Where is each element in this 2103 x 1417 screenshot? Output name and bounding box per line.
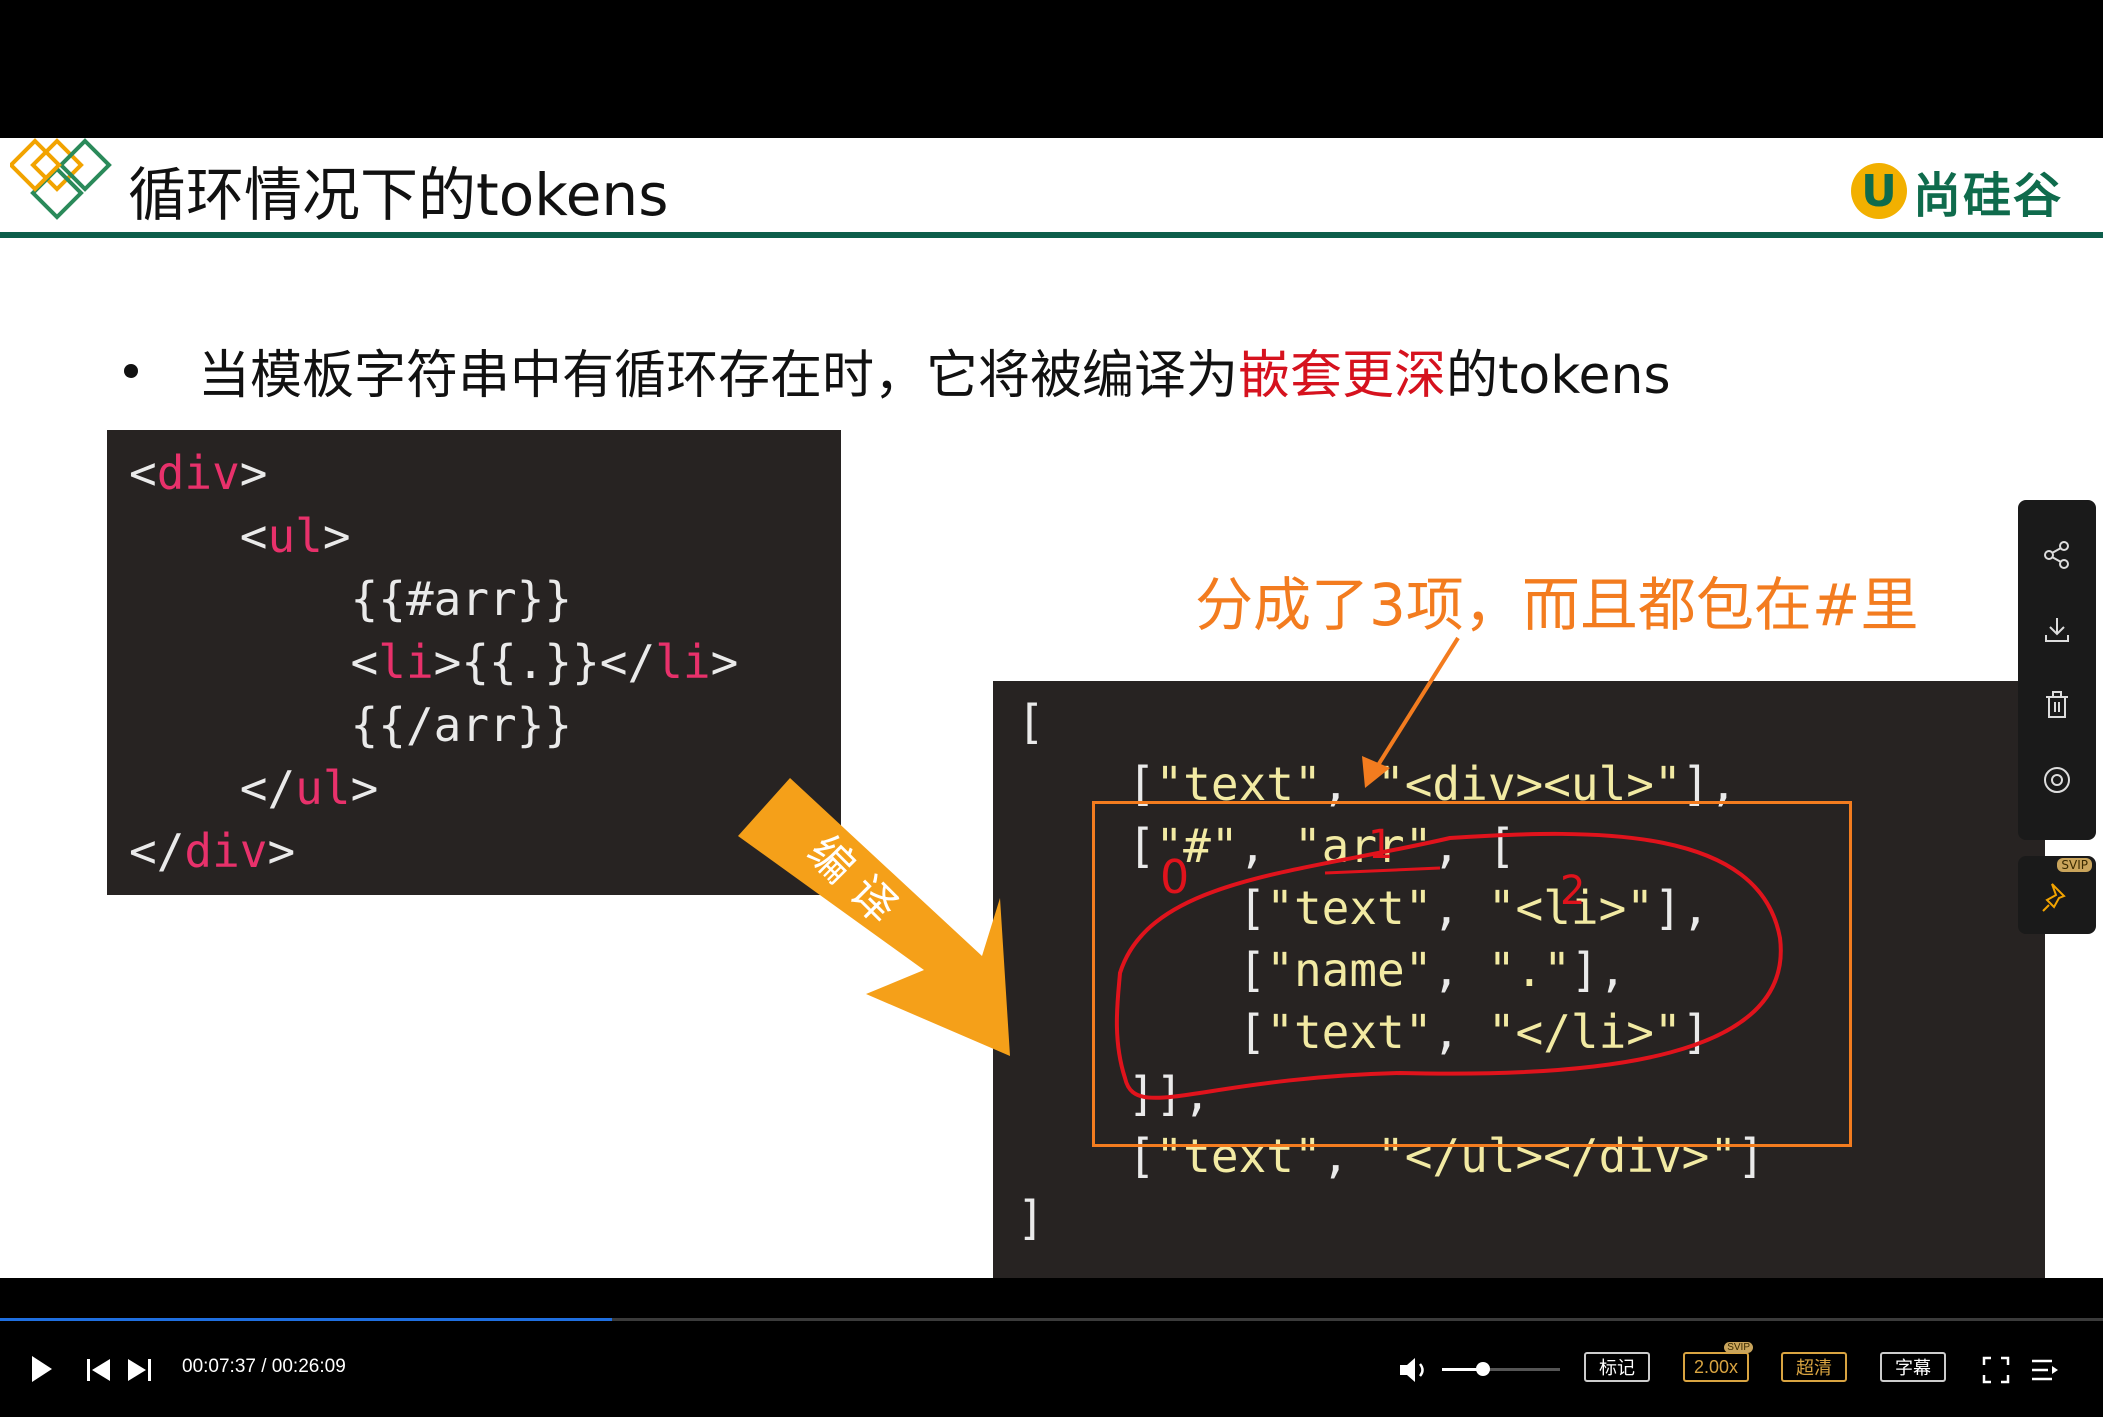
video-frame[interactable]: 循环情况下的tokens U 尚硅谷 当模板字符串中有循环存在时，它将被编译为嵌…: [0, 138, 2103, 1278]
quality-button[interactable]: 超清: [1781, 1352, 1847, 1382]
play-icon[interactable]: [30, 1354, 54, 1384]
red-loop-mark: [1114, 831, 1783, 1100]
side-toolbar: [2018, 500, 2096, 840]
handwritten-mark-0: 0: [1160, 850, 1189, 904]
handwritten-mark-1: 1: [1368, 822, 1393, 868]
delete-icon[interactable]: [2042, 690, 2072, 720]
share-icon[interactable]: [2042, 540, 2072, 570]
annotation-text: 分成了3项，而且都包在#里: [1195, 571, 1919, 639]
letterbox-top: [0, 0, 2103, 138]
speed-button[interactable]: 2.00x SVIP: [1683, 1342, 1753, 1382]
mark-button[interactable]: 标记: [1584, 1352, 1650, 1382]
previous-icon[interactable]: [86, 1358, 112, 1382]
eye-icon[interactable]: [2042, 765, 2072, 795]
red-underline-mark: [1324, 866, 1441, 875]
annotation-arrow-head: [1362, 756, 1390, 788]
playlist-icon[interactable]: [2030, 1356, 2060, 1384]
player-controls: 00:07:37 / 00:26:09 标记 2.00x SVIP 超清 字幕: [0, 1278, 2103, 1417]
progress-fill: [0, 1318, 612, 1321]
progress-bar[interactable]: [0, 1318, 2103, 1321]
time-display: 00:07:37 / 00:26:09: [182, 1356, 346, 1377]
download-icon[interactable]: [2042, 615, 2072, 645]
volume-slider[interactable]: [1442, 1362, 1560, 1376]
pin-button[interactable]: SVIP: [2018, 856, 2096, 934]
pin-icon: [2042, 883, 2066, 912]
speed-label: 2.00x: [1693, 1356, 1739, 1377]
annotation-arrow-line: [1373, 636, 1460, 772]
volume-icon[interactable]: [1398, 1356, 1432, 1384]
next-icon[interactable]: [126, 1358, 152, 1382]
fullscreen-icon[interactable]: [1982, 1356, 2010, 1384]
subtitle-button[interactable]: 字幕: [1880, 1352, 1946, 1382]
annotation-overlay: 编 译 0 1 2: [738, 636, 1783, 1100]
pin-svip-badge: SVIP: [2057, 858, 2092, 872]
volume-knob[interactable]: [1476, 1362, 1491, 1376]
handwritten-mark-2: 2: [1560, 868, 1585, 914]
speed-svip-badge: SVIP: [1724, 1342, 1753, 1353]
